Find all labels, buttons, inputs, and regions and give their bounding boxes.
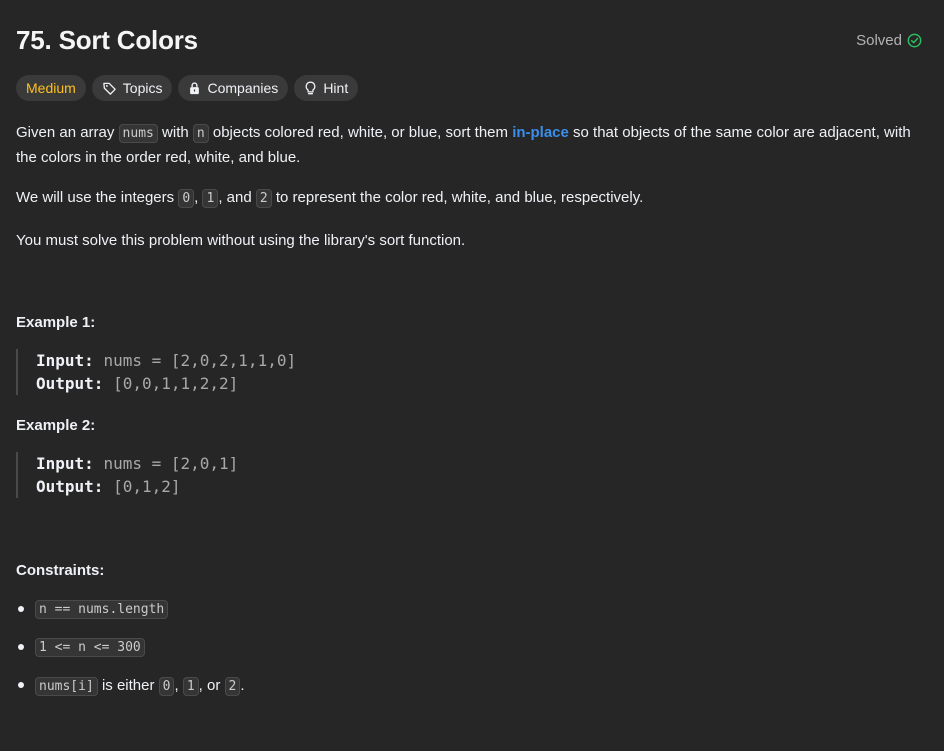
example-block: Input: nums = [2,0,2,1,1,0] Output: [0,0…: [16, 349, 928, 395]
in-place-link[interactable]: in-place: [512, 124, 569, 141]
example-input-line: Input: nums = [2,0,2,1,1,0]: [36, 351, 297, 370]
lightbulb-icon: [305, 81, 316, 94]
constraint-item: nums[i] is either 0, 1, or 2.: [16, 672, 928, 698]
inline-code: 2: [255, 189, 272, 208]
statement-paragraph: We will use the integers 0, 1, and 2 to …: [16, 189, 644, 208]
solved-label: Solved: [856, 31, 902, 49]
topics-button[interactable]: Topics: [91, 75, 173, 101]
bullet: [18, 644, 24, 650]
companies-label: Companies: [207, 80, 279, 96]
constraint-item: 1 <= n <= 300: [16, 634, 928, 660]
example-output-line: Output: [0,1,2]: [36, 477, 181, 496]
constraints-heading: Constraints:: [16, 562, 105, 579]
hint-button[interactable]: Hint: [294, 75, 359, 101]
inline-code: 1: [182, 676, 199, 696]
example-heading: Example 2:: [16, 417, 96, 434]
example-block: Input: nums = [2,0,1] Output: [0,1,2]: [16, 452, 928, 498]
constraint-item: n == nums.length: [16, 596, 928, 622]
inline-code: nums: [118, 124, 158, 143]
check-circle-icon: [907, 33, 922, 47]
constraint-text: nums[i] is either 0, 1, or 2.: [35, 676, 245, 696]
tag-icon: [103, 82, 116, 95]
example-output-line: Output: [0,0,1,1,2,2]: [36, 374, 239, 393]
problem-header: 75. Sort Colors Solved: [16, 20, 928, 60]
inline-code: 2: [224, 676, 241, 696]
bullet: [18, 682, 24, 688]
inline-code: n: [192, 124, 209, 143]
companies-button[interactable]: Companies: [178, 75, 289, 101]
hint-label: Hint: [323, 80, 349, 96]
inline-code: 0: [178, 189, 195, 208]
problem-description-panel: 75. Sort Colors Solved Medium Topics Com…: [0, 20, 944, 698]
problem-statement: Given an array nums with n objects color…: [16, 121, 928, 253]
problem-tags: Medium Topics Companies Hint: [16, 75, 928, 101]
statement-paragraph: Given an array nums with n objects color…: [16, 124, 911, 166]
inline-code: nums[i]: [35, 676, 98, 696]
lock-icon: [190, 82, 200, 95]
bullet: [18, 606, 24, 612]
statement-paragraph: You must solve this problem without usin…: [16, 232, 466, 249]
constraints-list: n == nums.length 1 <= n <= 300 nums[i] i…: [16, 596, 928, 698]
example-heading: Example 1:: [16, 314, 96, 331]
difficulty-badge[interactable]: Medium: [16, 75, 86, 101]
solved-status: Solved: [856, 32, 922, 49]
inline-code: 0: [158, 676, 175, 696]
difficulty-label: Medium: [26, 80, 76, 96]
example-input-line: Input: nums = [2,0,1]: [36, 454, 239, 473]
inline-code: 1: [202, 189, 219, 208]
inline-code: n == nums.length: [35, 599, 169, 619]
problem-title[interactable]: 75. Sort Colors: [16, 25, 198, 56]
inline-code: 1 <= n <= 300: [35, 637, 145, 657]
topics-label: Topics: [122, 80, 163, 96]
